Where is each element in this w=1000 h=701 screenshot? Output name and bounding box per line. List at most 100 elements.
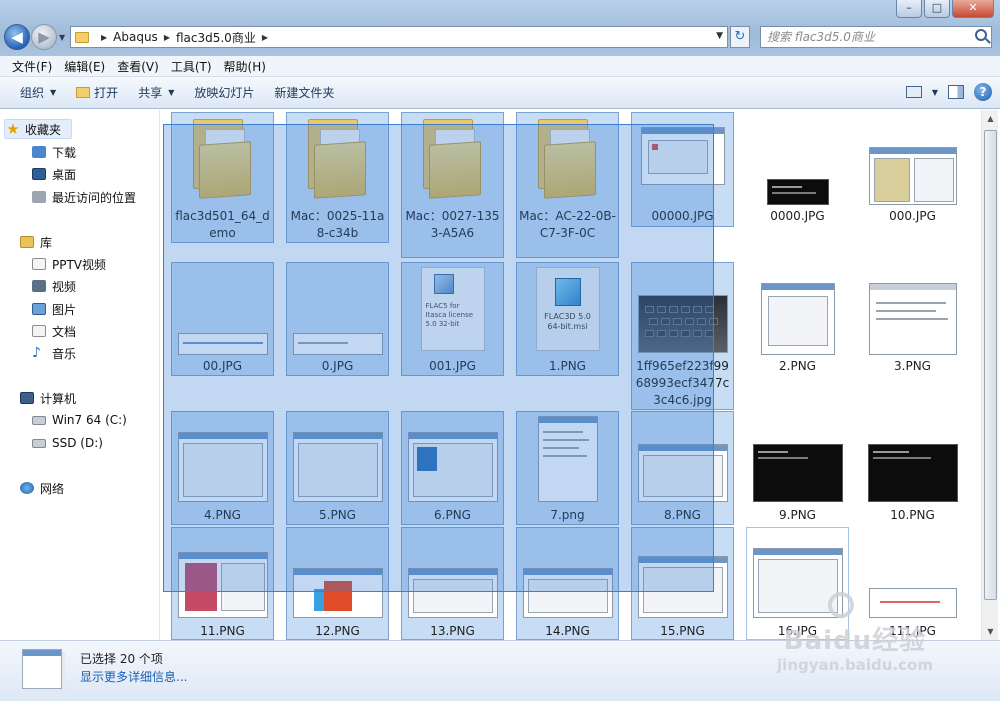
sidebar-item-desktop[interactable]: 桌面: [32, 164, 76, 184]
image-thumbnail: [766, 179, 829, 205]
search-input[interactable]: 搜索 flac3d5.0商业: [760, 26, 992, 48]
file-name: 13.PNG: [430, 624, 475, 638]
pictures-icon: [32, 303, 46, 315]
video-icon: [32, 280, 46, 292]
maximize-button[interactable]: □: [924, 0, 950, 18]
sidebar-item-pptv[interactable]: PPTV视频: [32, 254, 106, 274]
new-folder-button[interactable]: 新建文件夹: [264, 77, 344, 109]
address-history-dropdown[interactable]: ▼: [716, 31, 723, 41]
file-item[interactable]: 0000.JPG: [746, 112, 849, 227]
file-item[interactable]: 3.PNG: [861, 262, 964, 376]
sidebar-item-drive-c[interactable]: Win7 64 (C:): [32, 410, 127, 430]
minimize-button[interactable]: –: [896, 0, 922, 18]
image-thumbnail: [868, 283, 957, 355]
sidebar-item-downloads[interactable]: 下载: [32, 142, 76, 162]
open-label: 打开: [94, 86, 119, 100]
menu-file[interactable]: 文件(F): [6, 58, 58, 75]
search-placeholder: 搜索 flac3d5.0商业: [767, 30, 875, 44]
sidebar-item-recent[interactable]: 最近访问的位置: [32, 187, 136, 207]
file-item[interactable]: 10.PNG: [861, 411, 964, 525]
sidebar-item-label: 桌面: [52, 167, 77, 182]
chevron-right-icon[interactable]: ▶: [101, 33, 107, 42]
search-icon[interactable]: [975, 29, 987, 41]
sidebar-item-computer[interactable]: 计算机: [20, 388, 76, 408]
file-item[interactable]: 2.PNG: [746, 262, 849, 376]
file-item[interactable]: 000.JPG: [861, 112, 964, 227]
title-bar: – □ ✕ ◀ ▶ ▼ ▶ Abaqus ▶ flac3d5.0商业 ▶ ▼ ↻…: [0, 0, 1000, 56]
file-name: 11.PNG: [200, 624, 245, 638]
file-name: 10.PNG: [890, 508, 935, 522]
sidebar-item-favorites[interactable]: ★ 收藏夹: [4, 119, 73, 139]
share-button[interactable]: 共享 ▼: [128, 77, 184, 109]
watermark-brand: Baidu经验: [783, 626, 927, 656]
sidebar-item-label: SSD (D:): [52, 436, 103, 450]
recent-pages-dropdown[interactable]: ▼: [59, 33, 65, 42]
chevron-right-icon[interactable]: ▶: [164, 33, 170, 42]
preview-pane-icon[interactable]: [948, 85, 964, 99]
desktop-icon: [32, 168, 46, 180]
sidebar-item-videos[interactable]: 视频: [32, 276, 76, 296]
sidebar-item-network[interactable]: 网络: [20, 478, 64, 498]
libraries-label: 库: [40, 235, 53, 250]
breadcrumb-flac3d[interactable]: flac3d5.0商业: [176, 29, 256, 46]
vertical-scrollbar[interactable]: ▲ ▼: [981, 110, 998, 640]
share-label: 共享: [138, 86, 163, 100]
scrollbar-thumb[interactable]: [984, 130, 997, 600]
network-label: 网络: [40, 481, 65, 496]
computer-icon: [20, 392, 34, 404]
menu-view[interactable]: 查看(V): [111, 58, 165, 75]
sidebar-item-documents[interactable]: 文档: [32, 321, 76, 341]
close-button[interactable]: ✕: [952, 0, 994, 18]
scroll-up-arrow-icon[interactable]: ▲: [982, 110, 999, 127]
file-name: 15.PNG: [660, 624, 705, 638]
image-thumbnail: [752, 444, 843, 502]
breadcrumb-abaqus[interactable]: Abaqus: [113, 30, 158, 44]
network-icon: [20, 482, 34, 494]
menu-edit[interactable]: 编辑(E): [58, 58, 111, 75]
watermark-url: jingyan.baidu.com: [777, 656, 933, 674]
show-more-details-link[interactable]: 显示更多详细信息...: [80, 668, 187, 685]
navigation-pane: ★ 收藏夹 下载 桌面 最近访问的位置 库 PPTV视频 视频 图片 文档 ♪ 音乐…: [0, 110, 160, 640]
sidebar-item-label: 文档: [52, 324, 77, 339]
sidebar-item-music[interactable]: ♪ 音乐: [32, 343, 76, 363]
windows-drive-icon: [32, 415, 46, 425]
scroll-down-arrow-icon[interactable]: ▼: [982, 623, 999, 640]
sidebar-item-drive-d[interactable]: SSD (D:): [32, 433, 103, 453]
file-name: 3.PNG: [894, 359, 931, 373]
menu-help[interactable]: 帮助(H): [218, 58, 272, 75]
organize-label: 组织: [20, 86, 45, 100]
selected-count: 已选择 20 个项: [80, 652, 163, 666]
drive-icon: [32, 438, 46, 448]
file-name: 000.JPG: [889, 209, 936, 223]
forward-button[interactable]: ▶: [31, 24, 57, 50]
address-bar[interactable]: ▶ Abaqus ▶ flac3d5.0商业 ▶ ▼: [70, 26, 728, 48]
organize-button[interactable]: 组织 ▼: [10, 77, 66, 109]
view-dropdown-icon[interactable]: ▼: [932, 88, 938, 97]
file-name: 2.PNG: [779, 359, 816, 373]
favorites-label: 收藏夹: [25, 122, 62, 137]
sidebar-item-label: 视频: [52, 279, 77, 294]
image-thumbnail: [868, 147, 957, 205]
change-view-icon[interactable]: [905, 86, 922, 98]
file-name: 9.PNG: [779, 508, 816, 522]
refresh-button[interactable]: ↻: [730, 26, 750, 48]
menu-tools[interactable]: 工具(T): [165, 58, 218, 75]
computer-label: 计算机: [40, 391, 77, 406]
slideshow-label: 放映幻灯片: [194, 86, 255, 100]
caret-down-icon: ▼: [168, 88, 175, 97]
help-icon[interactable]: ?: [974, 83, 992, 101]
open-button[interactable]: 打开: [66, 77, 128, 109]
back-button[interactable]: ◀: [4, 24, 30, 50]
selection-preview-icon: [22, 649, 62, 689]
file-name: 0000.JPG: [770, 209, 825, 223]
documents-icon: [32, 325, 46, 337]
paw-icon: [828, 592, 854, 618]
sidebar-item-label: 图片: [52, 302, 77, 317]
image-thumbnail: [867, 444, 958, 502]
chevron-right-icon[interactable]: ▶: [262, 33, 268, 42]
music-note-icon: ♪: [32, 345, 41, 361]
sidebar-item-libraries[interactable]: 库: [20, 232, 52, 252]
slideshow-button[interactable]: 放映幻灯片: [184, 77, 264, 109]
file-item[interactable]: 9.PNG: [746, 411, 849, 525]
sidebar-item-pictures[interactable]: 图片: [32, 299, 76, 319]
